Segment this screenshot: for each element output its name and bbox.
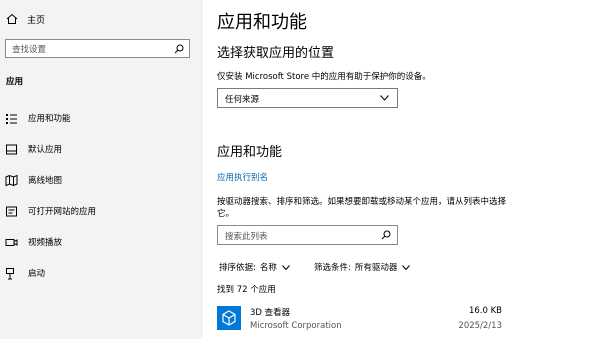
app-publisher: Microsoft Corporation — [250, 321, 342, 331]
sidebar-section-title: 应用 — [6, 77, 24, 87]
app-size: 16.0 KB — [468, 306, 502, 316]
filter-value: 所有驱动器 — [354, 263, 398, 273]
dropdown-value: 任何来源 — [225, 95, 260, 105]
sidebar-item-offline-maps[interactable]: 离线地图 — [0, 171, 203, 189]
default-apps-icon — [6, 144, 17, 154]
sidebar-item-label: 视频播放 — [28, 238, 63, 248]
app-install-date: 2025/2/13 — [458, 321, 502, 331]
apps-list-icon — [6, 113, 17, 124]
source-description: 仅安装 Microsoft Store 中的应用有助于保护你的设备。 — [217, 72, 431, 82]
settings-search-placeholder: 查找设置 — [12, 45, 47, 55]
page-title: 应用和功能 — [217, 12, 307, 33]
filter-by-dropdown[interactable]: 筛选条件: 所有驱动器 — [314, 261, 411, 273]
source-heading: 选择获取应用的位置 — [217, 46, 335, 61]
home-label: 主页 — [27, 15, 46, 26]
chevron-down-icon — [402, 264, 411, 270]
sidebar-item-apps-features[interactable]: 应用和功能 — [0, 109, 203, 127]
settings-sidebar: 主页 查找设置 应用 应用和功能 默认应用 离线地图 可打开网站的应用 视频播放… — [0, 0, 203, 339]
apps-heading: 应用和功能 — [217, 145, 283, 160]
startup-icon — [6, 267, 14, 279]
website-apps-icon — [6, 206, 17, 216]
sort-by-dropdown[interactable]: 排序依据: 名称 — [219, 261, 290, 273]
sidebar-item-label: 应用和功能 — [28, 114, 71, 124]
3d-viewer-app-icon — [217, 306, 241, 330]
sidebar-item-video-playback[interactable]: 视频播放 — [0, 233, 203, 251]
apps-description: 按驱动器搜索、排序和筛选。如果想要卸载或移动某个应用，请从列表中选择它。 — [217, 197, 507, 219]
sidebar-item-label: 可打开网站的应用 — [28, 207, 97, 217]
app-list-search-input[interactable]: 搜索此列表 — [217, 225, 398, 245]
filter-label: 筛选条件: — [314, 263, 351, 273]
video-playback-icon — [5, 238, 18, 246]
offline-maps-icon — [5, 174, 18, 186]
app-name: 3D 查看器 — [250, 308, 291, 318]
home-icon — [6, 13, 18, 24]
sidebar-item-label: 默认应用 — [28, 145, 63, 155]
sidebar-item-label: 离线地图 — [28, 176, 63, 186]
sidebar-item-startup[interactable]: 启动 — [0, 264, 203, 282]
settings-search-input[interactable]: 查找设置 — [5, 39, 190, 58]
sort-value: 名称 — [259, 263, 277, 273]
app-search-placeholder: 搜索此列表 — [225, 232, 268, 242]
sidebar-item-default-apps[interactable]: 默认应用 — [0, 140, 203, 158]
chevron-down-icon — [282, 264, 290, 270]
search-icon[interactable] — [381, 230, 391, 240]
sort-label: 排序依据: — [219, 263, 256, 273]
app-execution-alias-link[interactable]: 应用执行别名 — [217, 171, 268, 183]
app-list-item[interactable]: 3D 查看器 Microsoft Corporation 16.0 KB 202… — [217, 304, 507, 334]
search-icon[interactable] — [174, 44, 184, 54]
sidebar-item-website-apps[interactable]: 可打开网站的应用 — [0, 202, 203, 220]
apps-found-count: 找到 72 个应用 — [217, 285, 276, 295]
app-source-dropdown[interactable]: 任何来源 — [217, 88, 398, 108]
sidebar-item-label: 启动 — [28, 269, 46, 279]
chevron-down-icon — [380, 95, 389, 101]
home-nav[interactable]: 主页 — [6, 11, 45, 27]
main-content: 应用和功能 选择获取应用的位置 仅安装 Microsoft Store 中的应用… — [203, 0, 600, 339]
